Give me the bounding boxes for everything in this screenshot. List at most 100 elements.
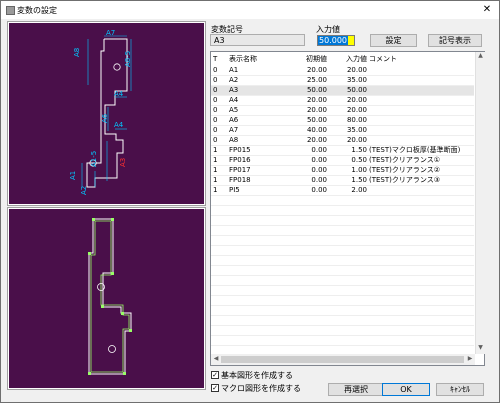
cell-comment: [369, 135, 479, 145]
table-row[interactable]: 0 A1 20.00 20.00: [211, 65, 474, 75]
cell-input: 0.50: [351, 156, 367, 164]
cell-type: 0: [213, 126, 218, 134]
table-row[interactable]: 1 FP016 0.00 0.50 (TEST)クリアランス①: [211, 155, 474, 165]
cell-input: 1.50: [351, 176, 367, 184]
scroll-down-icon[interactable]: ▼: [476, 344, 485, 352]
cell-name: FP017: [229, 166, 251, 174]
table-gridline: [211, 345, 474, 346]
cell-comment: (TEST)クリアランス①: [369, 156, 441, 164]
table-gridline: [211, 215, 474, 216]
table-gridline: [211, 365, 474, 366]
column-header-type[interactable]: T: [213, 54, 223, 64]
cell-input: 20.00: [346, 106, 367, 114]
table-gridline: [211, 225, 474, 226]
table-row[interactable]: 0 A8 20.00 20.00: [211, 135, 474, 145]
table-row[interactable]: 0 A2 25.00 35.00: [211, 75, 474, 85]
column-header-name[interactable]: 表示名称: [229, 54, 285, 64]
table-gridline: [211, 85, 474, 86]
table-gridline: [211, 305, 474, 306]
scroll-left-icon[interactable]: ◀: [212, 355, 220, 363]
cell-comment: [369, 125, 479, 135]
vertical-scrollbar[interactable]: ▲ ▼: [475, 52, 485, 354]
macro-shape-checkbox[interactable]: ✓: [211, 384, 219, 392]
cell-comment: (TEST)クリアランス②: [369, 166, 441, 174]
table-gridline: [211, 285, 474, 286]
close-icon[interactable]: ✕: [480, 3, 494, 17]
cell-type: 1: [213, 186, 218, 194]
cell-type: 1: [213, 156, 218, 164]
cell-name: FP016: [229, 156, 251, 164]
input-value-text: 50.000: [318, 36, 348, 45]
cell-comment: [369, 105, 479, 115]
symbol-field[interactable]: A3: [210, 34, 305, 46]
horizontal-scroll-thumb[interactable]: [221, 356, 464, 363]
cell-input: 1.00: [351, 166, 367, 174]
column-header-input[interactable]: 入力値: [327, 54, 367, 64]
dim-label-a3: A3: [119, 158, 127, 167]
cell-type: 0: [213, 66, 218, 74]
cell-name: A2: [229, 76, 239, 84]
table-row[interactable]: 1 FP017 0.00 1.00 (TEST)クリアランス②: [211, 165, 474, 175]
cell-name: A8: [229, 136, 239, 144]
table-row[interactable]: 1 FP018 0.00 1.50 (TEST)クリアランス③: [211, 175, 474, 185]
table-gridline: [211, 255, 474, 256]
cell-comment: [369, 85, 479, 95]
cell-name: FP018: [229, 176, 251, 184]
cell-name: A5: [229, 106, 239, 114]
table-gridline: [211, 155, 474, 156]
table-row[interactable]: 0 A5 20.00 20.00: [211, 105, 474, 115]
title-bar[interactable]: 変数の設定 ✕: [1, 1, 499, 19]
variables-table: T 表示名称 初期値 入力値 コメント 0 A1 20.00 20.00 0 A2 25.0…: [210, 51, 485, 366]
cell-input: 35.00: [346, 126, 367, 134]
horizontal-scrollbar[interactable]: ◀ ▶: [211, 354, 475, 365]
table-gridline: [211, 165, 474, 166]
table-gridline: [211, 125, 474, 126]
cell-name: A6: [229, 116, 239, 124]
cell-input: 35.00: [346, 76, 367, 84]
cell-type: 0: [213, 76, 218, 84]
cancel-button[interactable]: ｷｬﾝｾﾙ: [436, 383, 484, 396]
cell-initial: 20.00: [306, 96, 327, 104]
table-gridline: [211, 105, 474, 106]
basic-shape-checkbox[interactable]: ✓: [211, 371, 219, 379]
table-row[interactable]: 0 A4 20.00 20.00: [211, 95, 474, 105]
dim-label-a2: A2: [80, 186, 88, 195]
ok-button[interactable]: OK: [382, 383, 430, 396]
table-gridline: [211, 295, 474, 296]
cell-input: 1.50: [351, 146, 367, 154]
dim-label-a4-top: A4: [114, 90, 124, 98]
table-gridline: [211, 245, 474, 246]
column-header-initial[interactable]: 初期値: [283, 54, 327, 64]
macro-shape-label: マクロ図形を作成する: [221, 384, 301, 393]
dim-label-a6: A6: [101, 113, 109, 123]
dim-label-a1-5: A1-5: [90, 151, 98, 167]
table-row[interactable]: 0 A7 40.00 35.00: [211, 125, 474, 135]
table-gridline: [211, 195, 474, 196]
cell-comment: (TEST)マクロ板厚(基準断面): [369, 146, 461, 154]
table-gridline: [211, 175, 474, 176]
input-value-field[interactable]: 50.000: [317, 35, 355, 46]
cell-initial: 25.00: [306, 76, 327, 84]
table-row[interactable]: 0 A3 50.00 50.00: [211, 85, 474, 95]
column-header-comment[interactable]: コメント: [369, 54, 479, 64]
table-row[interactable]: 1 FP015 0.00 1.50 (TEST)マクロ板厚(基準断面): [211, 145, 474, 155]
table-gridline: [211, 95, 474, 96]
cell-input: 20.00: [346, 66, 367, 74]
table-gridline: [211, 335, 474, 336]
cell-type: 0: [213, 136, 218, 144]
cell-name: A1: [229, 66, 239, 74]
dim-label-a7: A7: [106, 29, 115, 37]
show-symbols-button[interactable]: 記号表示: [428, 34, 482, 47]
scroll-right-icon[interactable]: ▶: [466, 355, 474, 363]
cell-initial: 20.00: [306, 66, 327, 74]
reselect-button[interactable]: 再選択: [328, 383, 384, 396]
cell-type: 1: [213, 176, 218, 184]
shape-preview-top: A7 A8 A8-5 A4 A6 A4 A1 A2 A1-5 A3: [7, 21, 206, 206]
table-row[interactable]: 0 A6 50.00 80.00: [211, 115, 474, 125]
table-row[interactable]: 1 PI5 0.00 2.00: [211, 185, 474, 195]
cell-type: 1: [213, 146, 218, 154]
scroll-up-icon[interactable]: ▲: [476, 52, 485, 60]
set-button[interactable]: 設定: [370, 34, 417, 47]
table-gridline: [211, 145, 474, 146]
cell-initial: 50.00: [306, 86, 327, 94]
